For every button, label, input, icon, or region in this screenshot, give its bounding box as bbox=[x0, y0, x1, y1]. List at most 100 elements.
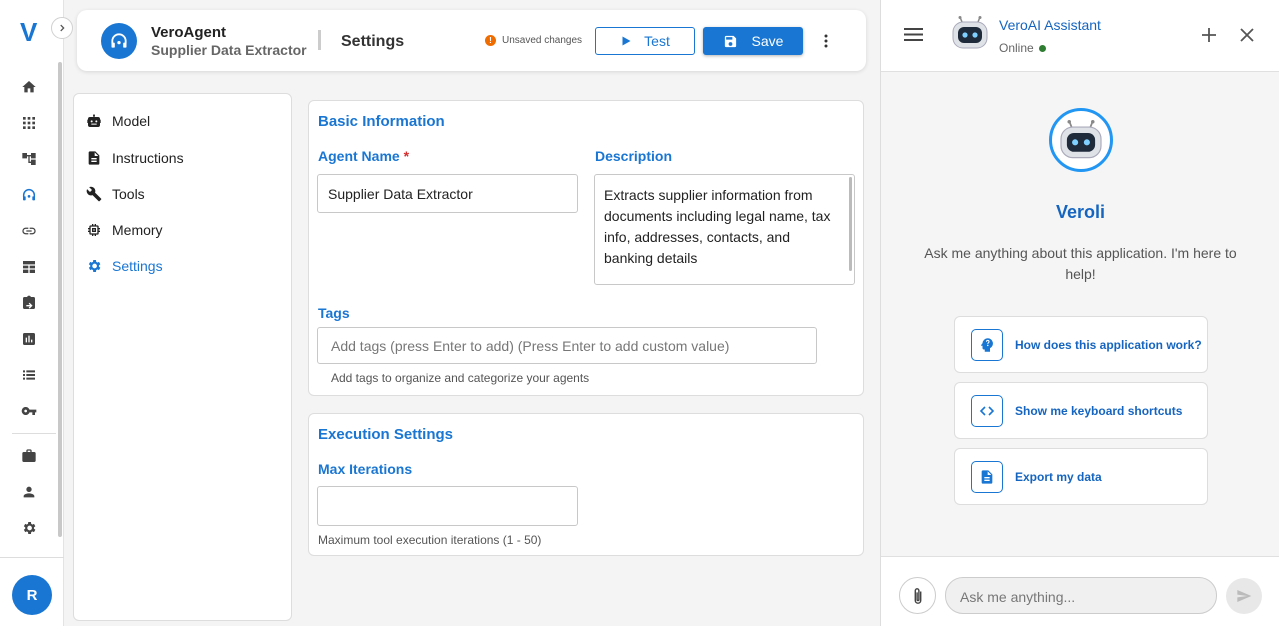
rail-scrollbar[interactable] bbox=[58, 62, 62, 537]
play-icon bbox=[622, 36, 631, 46]
menu-item-label: Instructions bbox=[112, 150, 184, 166]
tags-input[interactable]: Add tags (press Enter to add) (Press Ent… bbox=[317, 327, 817, 364]
suggestion-label: Show me keyboard shortcuts bbox=[1015, 403, 1183, 418]
tags-helper-text: Add tags to organize and categorize your… bbox=[331, 371, 590, 385]
agent-headset-icon bbox=[111, 33, 127, 48]
suggestion-export-data[interactable]: Export my data bbox=[954, 448, 1208, 505]
max-iterations-input[interactable] bbox=[317, 486, 578, 526]
analytics-icon[interactable] bbox=[19, 329, 39, 349]
send-button[interactable] bbox=[1226, 578, 1262, 614]
tags-label: Tags bbox=[318, 305, 350, 321]
save-button-label: Save bbox=[751, 33, 784, 49]
assistant-bot-avatar bbox=[951, 16, 989, 50]
more-options-button[interactable] bbox=[818, 30, 834, 52]
basic-information-card: Basic Information Agent Name * Supplier … bbox=[308, 100, 864, 396]
file-icon bbox=[971, 460, 1003, 493]
max-iterations-helper-text: Maximum tool execution iterations (1 - 5… bbox=[318, 533, 542, 547]
section-title: Basic Information bbox=[318, 113, 445, 130]
attach-button[interactable] bbox=[899, 577, 936, 614]
agent-icon[interactable] bbox=[19, 185, 39, 205]
collapse-rail-button[interactable] bbox=[51, 17, 73, 39]
warning-icon: ! bbox=[485, 35, 496, 46]
chevron-right-icon bbox=[60, 24, 65, 32]
agent-header: VeroAgent Supplier Data Extractor Settin… bbox=[77, 10, 866, 71]
assistant-title: VeroAI Assistant bbox=[999, 17, 1101, 33]
test-button[interactable]: Test bbox=[595, 27, 695, 55]
menu-item-label: Settings bbox=[112, 258, 163, 274]
suggestion-label: Export my data bbox=[1015, 469, 1102, 484]
robot-icon bbox=[1060, 120, 1102, 159]
textarea-scrollbar[interactable] bbox=[849, 177, 852, 271]
unsaved-status: Unsaved changes bbox=[502, 35, 583, 46]
execution-settings-card: Execution Settings Max Iterations Maximu… bbox=[308, 413, 864, 556]
wrench-icon bbox=[86, 186, 102, 202]
close-icon bbox=[1240, 28, 1254, 42]
agent-name-input[interactable]: Supplier Data Extractor bbox=[317, 174, 578, 213]
test-button-label: Test bbox=[644, 33, 670, 49]
description-label: Description bbox=[595, 148, 673, 164]
agent-subtitle: Supplier Data Extractor bbox=[151, 42, 307, 58]
menu-item-memory[interactable]: Memory bbox=[86, 219, 163, 241]
menu-item-label: Model bbox=[112, 113, 151, 129]
key-icon[interactable] bbox=[19, 401, 39, 421]
workflow-icon[interactable] bbox=[19, 149, 39, 169]
gear-icon bbox=[88, 260, 101, 272]
apps-grid-icon[interactable] bbox=[19, 113, 39, 133]
online-dot-icon bbox=[1038, 44, 1046, 52]
person-icon[interactable] bbox=[19, 482, 39, 502]
left-nav-rail: V R bbox=[0, 0, 64, 626]
menu-item-instructions[interactable]: Instructions bbox=[86, 147, 184, 169]
rail-divider bbox=[0, 557, 64, 558]
assistant-intro: Ask me anything about this application. … bbox=[924, 245, 1237, 282]
robot-icon bbox=[87, 114, 101, 127]
menu-item-label: Memory bbox=[112, 222, 163, 238]
suggestion-keyboard-shortcuts[interactable]: Show me keyboard shortcuts bbox=[954, 382, 1208, 439]
clipboard-icon[interactable] bbox=[19, 293, 39, 313]
hamburger-menu-button[interactable] bbox=[904, 27, 923, 42]
agent-avatar bbox=[101, 23, 137, 59]
page-title: Settings bbox=[341, 33, 405, 50]
list-icon[interactable] bbox=[19, 365, 39, 385]
gear-icon[interactable] bbox=[19, 518, 39, 538]
menu-item-settings[interactable]: Settings bbox=[86, 255, 163, 277]
menu-icon bbox=[904, 28, 923, 41]
plus-icon bbox=[1202, 28, 1216, 42]
app-logo[interactable]: V bbox=[20, 17, 37, 48]
home-icon[interactable] bbox=[19, 77, 39, 97]
chip-icon bbox=[88, 224, 100, 236]
description-textarea[interactable]: Extracts supplier information from docum… bbox=[594, 174, 855, 285]
description-text: Extracts supplier information from docum… bbox=[604, 187, 831, 266]
save-button[interactable]: Save bbox=[703, 27, 803, 55]
close-assistant-button[interactable] bbox=[1240, 28, 1254, 42]
assistant-header: VeroAI Assistant Online bbox=[881, 0, 1279, 72]
link-icon[interactable] bbox=[19, 221, 39, 241]
new-chat-button[interactable] bbox=[1201, 27, 1217, 43]
robot-icon bbox=[952, 16, 988, 49]
agent-name-label-text: Agent Name bbox=[318, 148, 400, 164]
menu-item-label: Tools bbox=[112, 186, 145, 202]
header-divider bbox=[318, 30, 321, 50]
avatar[interactable]: R bbox=[12, 575, 52, 615]
paperclip-icon bbox=[914, 587, 921, 604]
bot-name: Veroli bbox=[1055, 202, 1106, 222]
max-iterations-label: Max Iterations bbox=[318, 461, 413, 477]
save-icon bbox=[724, 35, 736, 47]
required-mark: * bbox=[403, 148, 410, 164]
briefcase-icon[interactable] bbox=[19, 446, 39, 466]
code-icon bbox=[971, 394, 1003, 427]
agent-name: VeroAgent bbox=[151, 24, 227, 41]
suggestion-how-it-works[interactable]: How does this application work? bbox=[954, 316, 1208, 373]
lightbulb-head-icon bbox=[971, 328, 1003, 361]
rail-divider bbox=[12, 433, 56, 434]
menu-item-model[interactable]: Model bbox=[86, 110, 150, 132]
menu-item-tools[interactable]: Tools bbox=[86, 183, 145, 205]
status-text: Online bbox=[999, 41, 1034, 55]
assistant-status: Online bbox=[999, 41, 1046, 55]
agent-name-label: Agent Name * bbox=[318, 148, 409, 164]
document-icon bbox=[88, 151, 100, 165]
send-icon bbox=[1237, 590, 1252, 602]
chat-input[interactable]: Ask me anything... bbox=[945, 577, 1217, 614]
table-icon[interactable] bbox=[19, 257, 39, 277]
more-vert-icon bbox=[824, 34, 828, 48]
suggestion-label: How does this application work? bbox=[1015, 337, 1202, 352]
